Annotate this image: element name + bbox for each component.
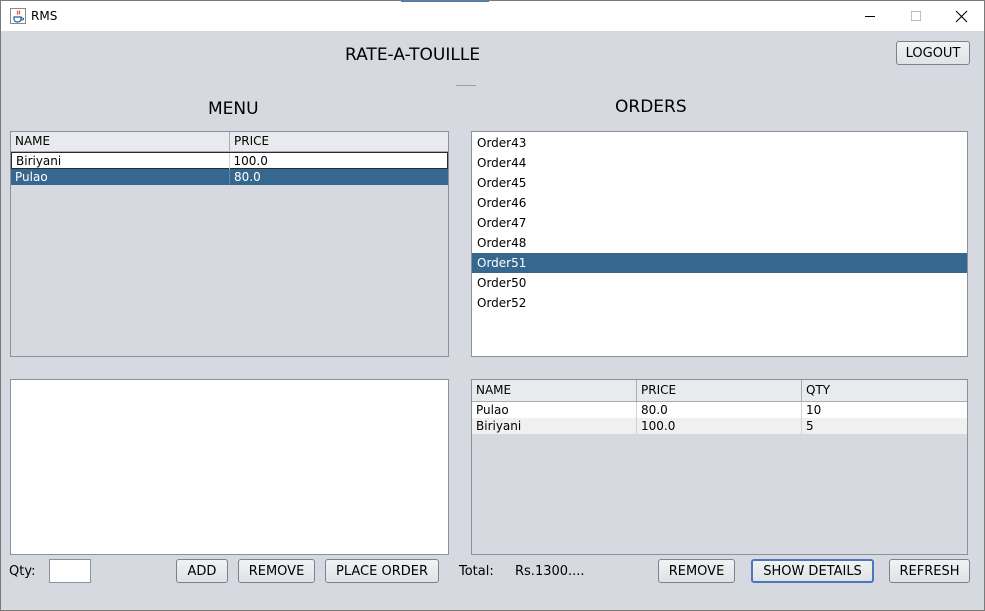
order-list-item[interactable]: Order46	[472, 193, 967, 213]
qty-label: Qty:	[9, 564, 36, 579]
title-accent-line	[401, 1, 489, 2]
order-list-item[interactable]: Order48	[472, 233, 967, 253]
menu-row-selected[interactable]: Pulao 80.0	[11, 169, 448, 185]
menu-row[interactable]: Biriyani 100.0	[11, 152, 448, 169]
title-bar[interactable]: RMS	[1, 1, 984, 31]
order-list-item[interactable]: Order50	[472, 273, 967, 293]
maximize-button[interactable]	[893, 1, 939, 31]
minimize-button[interactable]	[847, 1, 893, 31]
minimize-icon	[865, 16, 875, 17]
orders-heading: ORDERS	[615, 97, 687, 117]
logout-button[interactable]: LOGOUT	[896, 41, 970, 65]
menu-table[interactable]: NAME PRICE Biriyani 100.0 Pulao 80.0	[10, 131, 449, 357]
details-row[interactable]: Pulao 80.0 10	[472, 402, 967, 418]
remove-order-button[interactable]: REMOVE	[658, 559, 735, 583]
close-button[interactable]	[938, 1, 984, 31]
app-heading: RATE-A-TOUILLE	[345, 45, 481, 65]
menu-cell-price: 80.0	[234, 170, 261, 184]
menu-table-header: NAME PRICE	[11, 132, 448, 152]
details-column-qty[interactable]: QTY	[802, 380, 967, 401]
order-list-item-selected[interactable]: Order51	[472, 253, 967, 273]
menu-heading: MENU	[208, 99, 259, 119]
order-details-header: NAME PRICE QTY	[472, 380, 967, 402]
menu-column-price[interactable]: PRICE	[230, 132, 448, 151]
details-cell-name: Biriyani	[472, 418, 637, 434]
details-cell-price: 80.0	[637, 402, 802, 418]
order-list-item[interactable]: Order45	[472, 173, 967, 193]
order-list-item[interactable]: Order44	[472, 153, 967, 173]
menu-cell-price: 100.0	[233, 154, 268, 168]
menu-cell-name: Biriyani	[12, 153, 230, 169]
maximize-icon	[911, 11, 921, 21]
order-list-item[interactable]: Order43	[472, 133, 967, 153]
details-cell-qty: 10	[806, 403, 822, 417]
qty-input[interactable]	[49, 559, 91, 583]
details-row[interactable]: Biriyani 100.0 5	[472, 418, 967, 434]
orders-list[interactable]: Order43 Order44 Order45 Order46 Order47 …	[471, 131, 968, 357]
menu-cell-name: Pulao	[11, 169, 230, 185]
close-icon	[955, 10, 967, 22]
order-details-table[interactable]: NAME PRICE QTY Pulao 80.0 10 Biriyani 10…	[471, 379, 968, 555]
details-column-price[interactable]: PRICE	[637, 380, 802, 401]
order-list-item[interactable]: Order47	[472, 213, 967, 233]
heading-divider	[456, 85, 476, 86]
menu-column-name[interactable]: NAME	[11, 132, 230, 151]
total-value: Rs.1300....	[515, 564, 585, 579]
remove-item-button[interactable]: REMOVE	[238, 559, 315, 583]
refresh-button[interactable]: REFRESH	[889, 559, 970, 583]
order-list-item[interactable]: Order52	[472, 293, 967, 313]
window-title: RMS	[31, 9, 58, 23]
details-column-name[interactable]: NAME	[472, 380, 637, 401]
show-details-button[interactable]: SHOW DETAILS	[751, 559, 874, 583]
total-label: Total:	[459, 564, 494, 579]
details-cell-price: 100.0	[637, 418, 802, 434]
place-order-button[interactable]: PLACE ORDER	[325, 559, 439, 583]
java-cup-icon	[10, 8, 26, 24]
details-cell-name: Pulao	[472, 402, 637, 418]
app-window: RMS RATE-A-TOUILLE LOGOUT MENU ORDERS NA…	[0, 0, 985, 611]
details-cell-qty: 5	[806, 419, 814, 433]
cart-panel[interactable]	[10, 379, 449, 555]
add-button[interactable]: ADD	[176, 559, 228, 583]
